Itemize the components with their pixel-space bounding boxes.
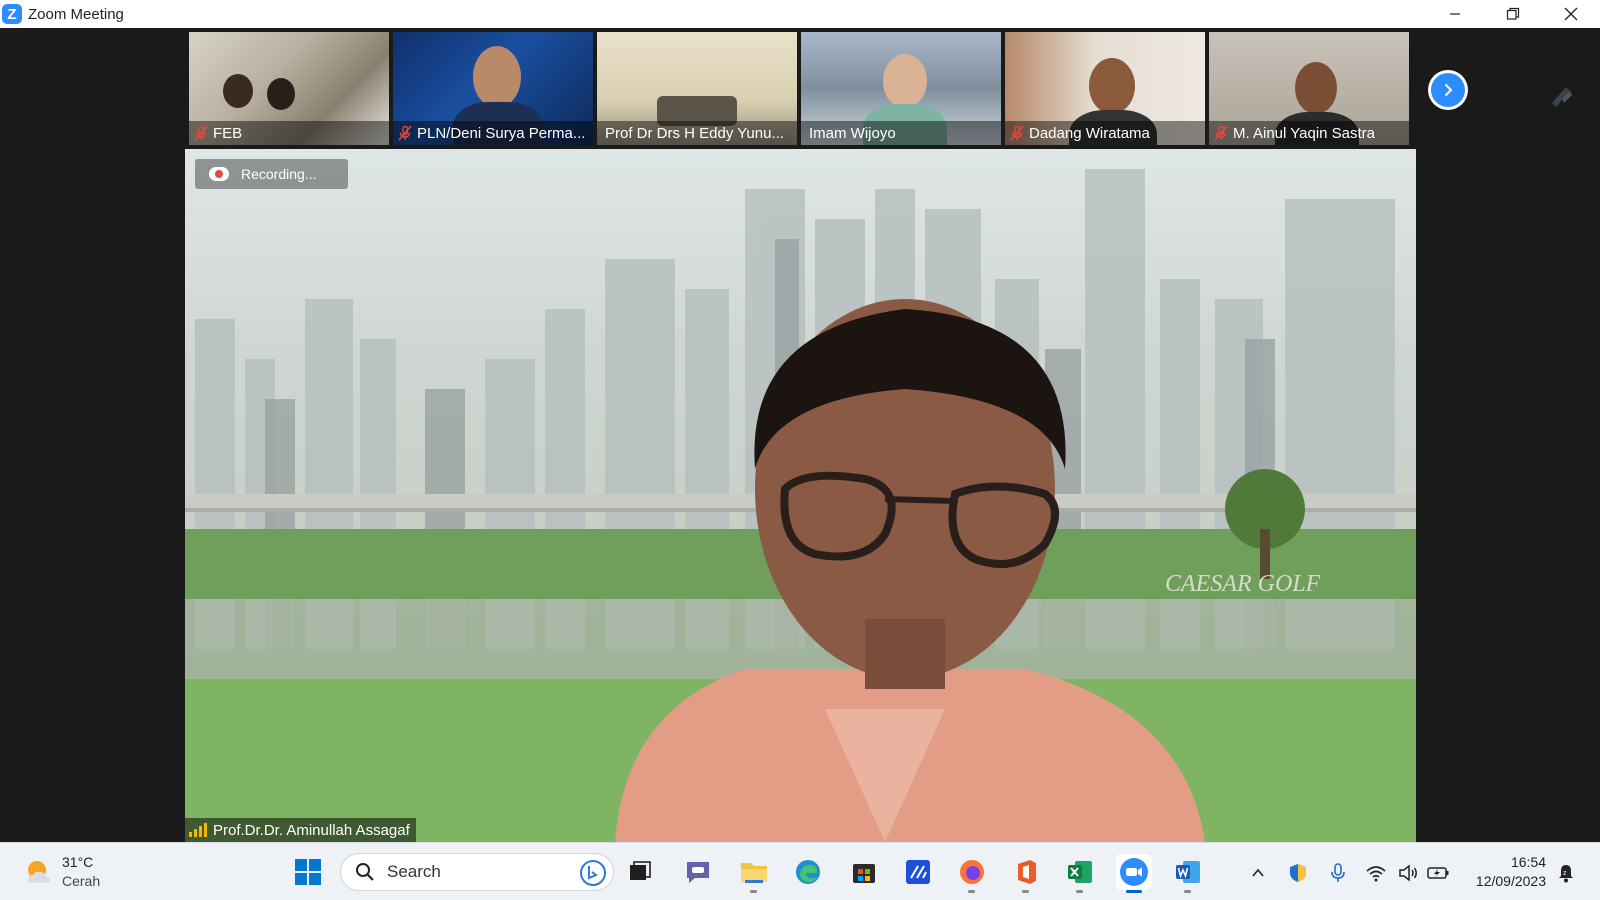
taskbar-clock[interactable]: 16:54 12/09/2023	[1466, 853, 1546, 891]
tray-battery[interactable]	[1424, 859, 1452, 887]
taskbar-zoom[interactable]	[1116, 854, 1152, 893]
vs-code-icon	[906, 860, 930, 884]
restore-button[interactable]	[1484, 0, 1542, 28]
participant-tile[interactable]: FEB	[189, 32, 389, 145]
zoom-app-icon	[1120, 858, 1148, 886]
search-icon	[356, 863, 374, 881]
mic-muted-icon	[398, 125, 412, 141]
taskbar-search-box[interactable]: Search	[340, 853, 614, 891]
svg-text:z: z	[1563, 870, 1567, 877]
taskbar-teams-chat[interactable]	[680, 854, 716, 890]
active-speaker-video: CAESAR GOLF Recording... Prof.Dr.Dr. Ami…	[185, 149, 1416, 842]
participant-tile[interactable]: Dadang Wiratama	[1005, 32, 1205, 145]
recording-label: Recording...	[241, 166, 317, 182]
firefox-icon	[960, 860, 984, 884]
speaker-icon	[1399, 864, 1417, 882]
folder-icon	[741, 863, 767, 883]
bing-chat-icon[interactable]	[579, 859, 607, 887]
mic-muted-icon	[1010, 125, 1024, 141]
zoom-logo-icon: Z	[2, 4, 22, 24]
speaker-name: Prof.Dr.Dr. Aminullah Assagaf	[213, 821, 410, 839]
speaker-name-bar: Prof.Dr.Dr. Aminullah Assagaf	[185, 818, 416, 842]
tray-wifi[interactable]	[1362, 859, 1390, 887]
task-view-icon	[630, 861, 651, 880]
notification-center-button[interactable]: z	[1552, 859, 1580, 887]
weather-sun-cloud-icon	[28, 861, 50, 883]
participant-name: Imam Wijoyo	[809, 124, 896, 142]
taskbar-word[interactable]	[1170, 854, 1206, 893]
tray-volume[interactable]	[1394, 859, 1422, 887]
mic-muted-icon	[194, 125, 208, 141]
battery-charging-icon	[1427, 867, 1449, 879]
weather-widget[interactable]: 31°C Cerah	[24, 853, 100, 891]
participant-name: M. Ainul Yaqin Sastra	[1233, 124, 1376, 142]
clock-time: 16:54	[1510, 854, 1546, 870]
mic-muted-icon	[1214, 125, 1228, 141]
recording-indicator[interactable]: Recording...	[195, 159, 348, 189]
minimize-button[interactable]	[1426, 0, 1484, 28]
participant-tile[interactable]: PLN/Deni Surya Perma...	[393, 32, 593, 145]
excel-icon	[1068, 861, 1092, 883]
taskbar-firefox[interactable]	[954, 854, 990, 893]
gallery-next-button[interactable]	[1428, 70, 1468, 110]
chevron-right-icon	[1444, 83, 1453, 97]
participant-gallery: FEB PLN/Deni Surya Perma... Prof Dr Drs …	[189, 32, 1409, 145]
participant-name: FEB	[213, 124, 243, 142]
shield-icon	[1290, 864, 1306, 882]
taskbar-office[interactable]	[1008, 854, 1044, 893]
tray-microphone[interactable]	[1324, 859, 1352, 887]
bell-icon: z	[1559, 865, 1573, 883]
taskbar-file-explorer[interactable]	[736, 854, 772, 893]
microphone-icon	[1331, 863, 1345, 882]
office-icon	[1018, 860, 1036, 884]
background-watermark: CAESAR GOLF	[1165, 571, 1321, 597]
chat-icon	[687, 862, 709, 883]
participant-tile[interactable]: Imam Wijoyo	[801, 32, 1001, 145]
taskbar-excel[interactable]	[1062, 854, 1098, 893]
filter-icon	[1552, 87, 1572, 107]
meeting-area: FEB PLN/Deni Surya Perma... Prof Dr Drs …	[0, 28, 1600, 842]
participant-name: Prof Dr Drs H Eddy Yunu...	[605, 124, 784, 142]
windows-logo-icon	[295, 859, 321, 885]
search-label: Search	[387, 862, 441, 881]
participant-tile[interactable]: M. Ainul Yaqin Sastra	[1209, 32, 1409, 145]
window-title: Zoom Meeting	[28, 5, 124, 23]
virtual-background: CAESAR GOLF	[185, 169, 1416, 842]
window-controls	[1426, 0, 1600, 28]
windows-taskbar: 31°C Cerah Search 16:54 12/09/2023 z	[0, 842, 1600, 900]
edge-browser-icon	[796, 860, 820, 884]
participant-name: Dadang Wiratama	[1029, 124, 1150, 142]
weather-desc: Cerah	[62, 873, 101, 889]
taskbar-app-blue[interactable]	[900, 854, 936, 890]
minimize-icon	[1450, 13, 1460, 15]
participant-name: PLN/Deni Surya Perma...	[417, 124, 586, 142]
participant-tile[interactable]: Prof Dr Drs H Eddy Yunu...	[597, 32, 797, 145]
weather-temp: 31°C	[62, 854, 94, 870]
connection-signal-icon	[189, 823, 207, 837]
close-icon	[1564, 7, 1578, 21]
start-button[interactable]	[290, 854, 326, 890]
taskbar-microsoft-store[interactable]	[846, 854, 882, 890]
store-icon	[853, 864, 875, 883]
recording-icon	[209, 167, 229, 181]
taskbar-edge[interactable]	[790, 854, 826, 890]
tray-security[interactable]	[1284, 859, 1312, 887]
wifi-icon	[1366, 866, 1386, 882]
video-filter-button[interactable]	[1543, 76, 1579, 116]
chevron-up-icon	[1252, 868, 1264, 877]
close-button[interactable]	[1542, 0, 1600, 28]
taskbar-task-view[interactable]	[622, 854, 658, 890]
restore-icon	[1506, 7, 1520, 20]
word-icon	[1176, 861, 1200, 883]
clock-date: 12/09/2023	[1475, 873, 1546, 889]
show-hidden-icons-button[interactable]	[1244, 859, 1272, 887]
window-titlebar: Z Zoom Meeting	[0, 0, 1600, 28]
